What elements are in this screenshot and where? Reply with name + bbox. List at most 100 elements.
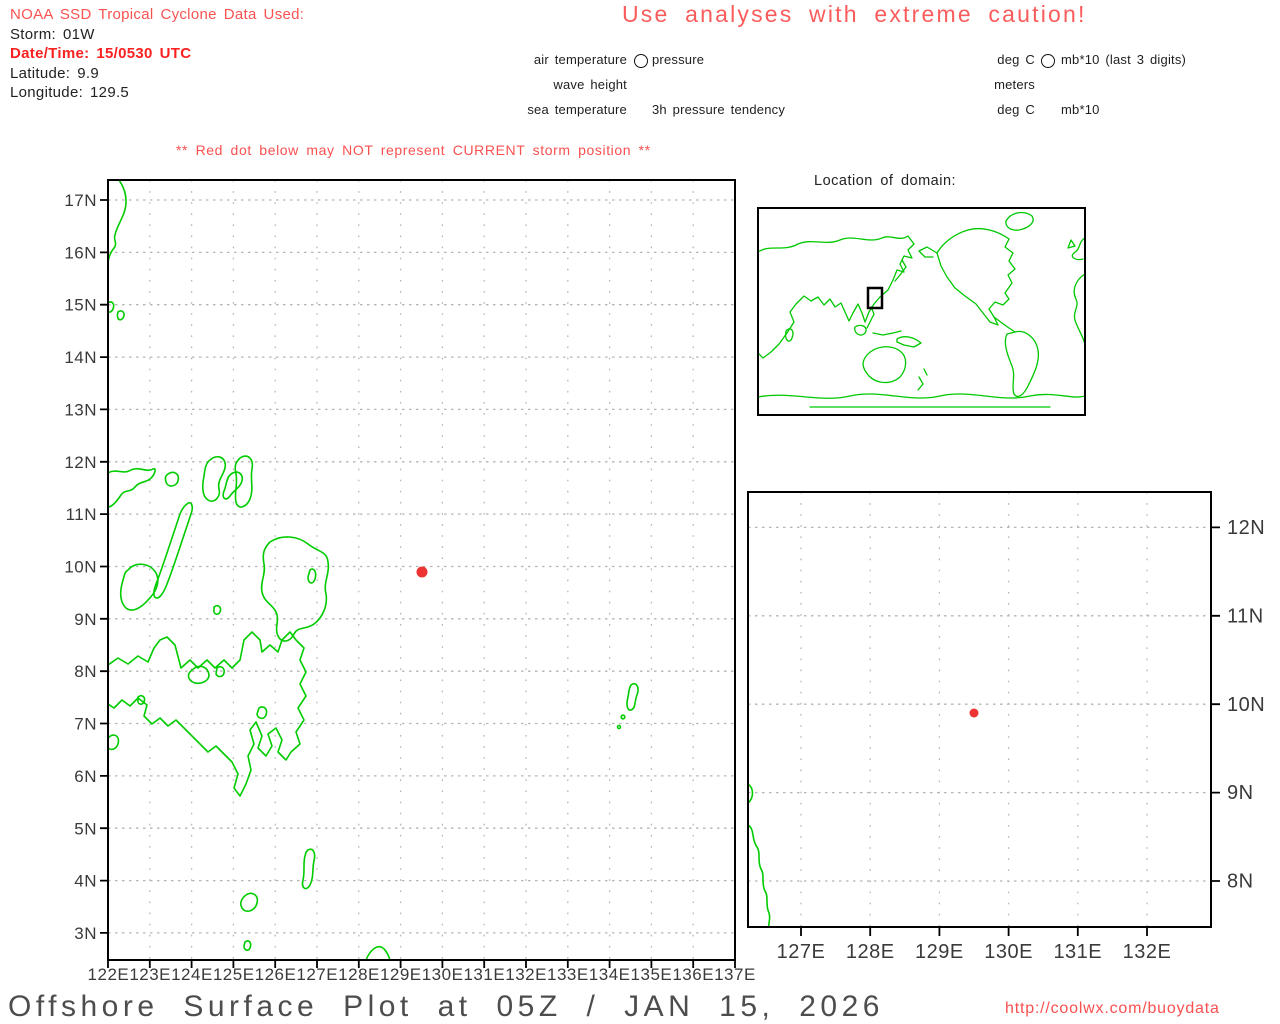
data-source-line: NOAA SSD Tropical Cyclone Data Used: (10, 5, 304, 25)
tick-label: 125E (213, 965, 255, 984)
tick-label: 3N (74, 924, 97, 943)
tick-label: 133E (547, 965, 589, 984)
samal-island (257, 707, 267, 718)
cebu-island (154, 503, 192, 598)
tick-label: 15N (64, 296, 97, 315)
units-legend-right-labels: mb*10 (last 3 digits) mb*10 (1061, 41, 1280, 129)
antarctica-coastline (758, 394, 1085, 407)
pressure-tendency-label: 3h pressure tendency (652, 104, 872, 117)
offshore-surface-plot: NOAA SSD Tropical Cyclone Data Used: Sto… (0, 0, 1280, 1024)
zoom-map-frame (748, 492, 1211, 927)
masbate-island (203, 457, 225, 501)
datetime-line: Date/Time: 15/0530 UTC (10, 44, 304, 64)
zoom-map-longitude-labels: 127E128E129E130E131E132E (777, 941, 1172, 963)
storm-position-dot (970, 709, 979, 718)
basilan-island (108, 735, 118, 749)
legend-spacer (652, 79, 872, 92)
mb10-label: mb*10 (1061, 104, 1280, 117)
new-guinea-coastline (897, 337, 921, 347)
tick-label: 14N (64, 348, 97, 367)
sea-temperature-label: sea temperature (455, 104, 627, 117)
tiny-island (244, 941, 251, 950)
world-inset-map (750, 200, 1095, 425)
units-circle-icon (1041, 54, 1055, 68)
tick-label: 16N (64, 243, 97, 262)
tick-label: 6N (74, 767, 97, 786)
tick-label: 124E (171, 965, 213, 984)
world-map-frame (758, 208, 1085, 415)
red-dot-warning: ** Red dot below may NOT represent CURRE… (176, 142, 651, 158)
small-island (214, 606, 221, 614)
tick-label: 131E (463, 965, 505, 984)
panay-island (121, 564, 158, 610)
talaud-island (303, 849, 315, 888)
tick-label: 130E (984, 941, 1033, 963)
palau-islet (621, 715, 625, 719)
africa-west-coastline (1074, 274, 1085, 349)
luzon-coastline (108, 180, 126, 262)
mb10-digits-label: mb*10 (last 3 digits) (1061, 54, 1280, 67)
zoom-map-latitude-labels: 12N 11N 10N 9N 8N (1227, 517, 1265, 893)
caution-banner: Use analyses with extreme caution! (622, 1, 1087, 28)
morotai-coastline (366, 947, 390, 960)
main-map-latitude-labels: 17N16N15N14N13N12N11N10N9N8N7N6N5N4N3N (64, 191, 97, 943)
deg-c-bottom-label: deg C (950, 104, 1035, 117)
tick-label: 129E (915, 941, 964, 963)
tick-label: 11N (66, 505, 97, 524)
deg-c-top-label: deg C (950, 54, 1035, 67)
catanduanes-island (165, 472, 178, 486)
pressure-label: pressure (652, 54, 872, 67)
tick-label: 122E (88, 965, 130, 984)
tick-label: 11N (1227, 605, 1264, 627)
tick-label: 127E (296, 965, 338, 984)
tick-label: 5N (74, 819, 97, 838)
tick-label: 12N (1227, 517, 1265, 539)
island-hook (223, 472, 242, 499)
zoom-map-coastlines (748, 784, 770, 927)
legend-spacer (1061, 79, 1280, 92)
tick-label: 128E (846, 941, 895, 963)
tick-label: 4N (74, 872, 97, 891)
british-isles-coastline (1068, 240, 1075, 248)
main-map: 17N16N15N14N13N12N11N10N9N8N7N6N5N4N3N 1… (60, 170, 760, 995)
units-legend-left-labels: deg C meters deg C (950, 41, 1035, 129)
indonesia-coastline (873, 331, 901, 335)
tick-label: 10N (1227, 694, 1265, 716)
tick-label: 9N (1227, 782, 1254, 804)
station-legend-left-labels: air temperature wave height sea temperat… (455, 41, 627, 129)
tick-label: 8N (1227, 871, 1254, 893)
palau-island (627, 684, 638, 710)
longitude-line: Longitude: 129.5 (10, 83, 304, 103)
australia-coastline (863, 347, 906, 383)
tick-label: 12N (64, 453, 97, 472)
south-america-coastline (1005, 331, 1038, 396)
zoom-map-latitude-ticks (1211, 527, 1220, 881)
tick-label: 132E (1123, 941, 1172, 963)
philippines-coastlines (108, 180, 638, 960)
tick-label: 10N (64, 557, 97, 576)
world-inset-title: Location of domain: (814, 173, 956, 189)
zoom-map-longitude-ticks (801, 927, 1147, 936)
tick-label: 127E (777, 941, 826, 963)
tick-label: 17N (64, 191, 97, 210)
greenland-coastline (1006, 213, 1033, 231)
small-island (117, 311, 124, 320)
tick-label: 132E (505, 965, 547, 984)
tick-label: 123E (129, 965, 171, 984)
tick-label: 126E (255, 965, 297, 984)
europe-coastline (1072, 238, 1085, 260)
alaska-coastline (919, 247, 937, 257)
tick-label: 129E (380, 965, 422, 984)
tick-label: 130E (422, 965, 464, 984)
storm-position-dot (417, 567, 428, 578)
source-url: http://coolwx.com/buoydata (1005, 1000, 1220, 1018)
bicol-coastline (108, 469, 155, 507)
plot-title: Offshore Surface Plot at 05Z / JAN 15, 2… (8, 990, 884, 1024)
mindanao-island (108, 632, 306, 796)
borneo-coastline (855, 325, 866, 335)
tick-label: 136E (672, 965, 714, 984)
zoom-map: 12N11N10N9N8N 127E128E129E130E131E132E (740, 480, 1280, 985)
tick-label: 128E (338, 965, 380, 984)
tick-label: 8N (74, 662, 97, 681)
wave-height-label: wave height (455, 79, 627, 92)
